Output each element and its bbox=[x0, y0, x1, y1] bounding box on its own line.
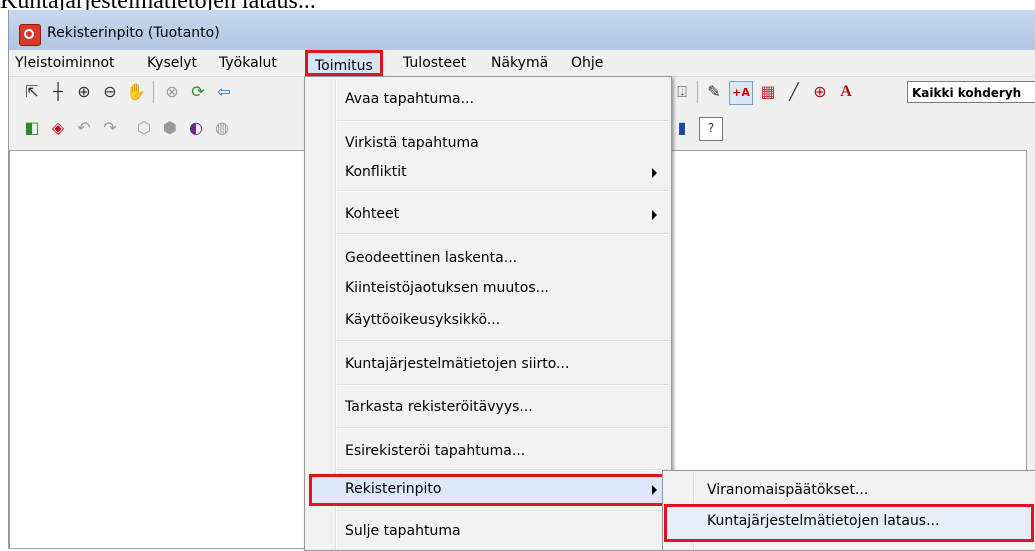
menu-item-rekisterinpito[interactable]: Rekisterinpito bbox=[345, 481, 441, 497]
menu-tulosteet[interactable]: Tulosteet bbox=[403, 55, 466, 71]
fill-icon[interactable]: ▦ bbox=[757, 81, 779, 103]
menu-item-geodeettinen-laskenta[interactable]: Geodeettinen laskenta... bbox=[345, 250, 517, 266]
undo-icon[interactable]: ↶ bbox=[73, 117, 95, 139]
submenu-arrow-icon bbox=[652, 485, 657, 495]
shape3-icon[interactable]: ◐ bbox=[185, 117, 207, 139]
menu-item-kayttooikeusyksikko[interactable]: Käyttöoikeusyksikkö... bbox=[345, 312, 500, 328]
menu-item-kohteet[interactable]: Kohteet bbox=[345, 206, 399, 222]
menu-item-konfliktit[interactable]: Konfliktit bbox=[345, 164, 407, 180]
shape1-icon[interactable]: ⬡ bbox=[133, 117, 155, 139]
toolbar-separator bbox=[697, 81, 701, 103]
refresh-icon[interactable]: ⟳ bbox=[187, 81, 209, 103]
menu-separator bbox=[337, 469, 669, 471]
menu-separator bbox=[337, 340, 669, 342]
toolbar-separator bbox=[153, 81, 157, 103]
redo-icon[interactable]: ↷ bbox=[99, 117, 121, 139]
menu-bar: Yleistoiminnot Kyselyt Työkalut Toimitus… bbox=[9, 50, 1035, 77]
panel-icon[interactable]: ▮ bbox=[671, 117, 693, 139]
pan-hand-icon[interactable]: ✋ bbox=[125, 81, 147, 103]
menu-item-virkista-tapahtuma[interactable]: Virkistä tapahtuma bbox=[345, 135, 479, 151]
cube-red-icon[interactable]: ◈ bbox=[47, 117, 69, 139]
submenu-arrow-icon bbox=[652, 210, 657, 220]
toimitus-dropdown: Avaa tapahtuma... Virkistä tapahtuma Kon… bbox=[304, 76, 672, 551]
pointer-icon[interactable]: ⇱ bbox=[21, 81, 43, 103]
submenu-arrow-icon bbox=[652, 168, 657, 178]
layer-add-icon[interactable]: +A bbox=[729, 81, 753, 105]
rekisterinpito-submenu: Viranomaispäätökset... Kuntajärjestelmät… bbox=[662, 470, 1035, 551]
menu-separator bbox=[337, 233, 669, 235]
back-arrow-icon[interactable]: ⇦ bbox=[213, 81, 235, 103]
menu-toimitus[interactable]: Toimitus bbox=[305, 50, 383, 76]
shape2-icon[interactable]: ⬢ bbox=[159, 117, 181, 139]
menu-item-kuntajarjestelmatietojen-siirto[interactable]: Kuntajärjestelmätietojen siirto... bbox=[345, 356, 569, 372]
menu-separator bbox=[337, 384, 669, 386]
line-icon[interactable]: ╱ bbox=[783, 81, 805, 103]
window-title: Rekisterinpito (Tuotanto) bbox=[47, 25, 220, 41]
text-icon[interactable]: A bbox=[835, 81, 857, 103]
pin-icon[interactable]: ⍗ bbox=[671, 81, 693, 103]
menu-yleistoiminnot[interactable]: Yleistoiminnot bbox=[15, 55, 115, 71]
tool-icon[interactable]: ✎ bbox=[703, 81, 725, 103]
submenu-item-viranomaispaatokset[interactable]: Viranomaispäätökset... bbox=[707, 482, 868, 498]
menu-separator bbox=[337, 190, 669, 192]
shape4-icon[interactable]: ◍ bbox=[211, 117, 233, 139]
zoom-in-icon[interactable]: ⊕ bbox=[73, 81, 95, 103]
app-logo-icon bbox=[19, 24, 41, 46]
menu-separator bbox=[337, 427, 669, 429]
menu-separator bbox=[337, 120, 669, 122]
title-bar: Rekisterinpito (Tuotanto) bbox=[9, 10, 1035, 50]
menu-item-sulje-tapahtuma[interactable]: Sulje tapahtuma bbox=[345, 523, 461, 539]
menu-item-kiinteistojaotuksen-muutos[interactable]: Kiinteistöjaotuksen muutos... bbox=[345, 280, 549, 296]
crosshair-icon[interactable]: ┼ bbox=[47, 81, 69, 103]
submenu-item-kuntajarjestelmatietojen-lataus[interactable]: Kuntajärjestelmätietojen lataus... bbox=[707, 513, 939, 529]
menu-tyokalut[interactable]: Työkalut bbox=[219, 55, 277, 71]
menu-nakyma[interactable]: Näkymä bbox=[491, 55, 548, 71]
menu-ohje[interactable]: Ohje bbox=[571, 55, 603, 71]
cancel-icon[interactable]: ⊗ bbox=[161, 81, 183, 103]
menu-item-avaa-tapahtuma[interactable]: Avaa tapahtuma... bbox=[345, 91, 474, 107]
menu-kyselyt[interactable]: Kyselyt bbox=[147, 55, 197, 71]
menu-item-tarkasta-rekisteroitavyys[interactable]: Tarkasta rekisteröitävyys... bbox=[345, 399, 533, 415]
help-icon[interactable]: ? bbox=[699, 117, 723, 141]
zoom-out-icon[interactable]: ⊖ bbox=[99, 81, 121, 103]
menu-item-esirekisteroi-tapahtuma[interactable]: Esirekisteröi tapahtuma... bbox=[345, 443, 525, 459]
cube-green-icon[interactable]: ◧ bbox=[21, 117, 43, 139]
layer-group-select[interactable]: Kaikki kohderyh bbox=[907, 81, 1035, 103]
menu-separator bbox=[337, 510, 669, 512]
target-icon[interactable]: ⊕ bbox=[809, 81, 831, 103]
